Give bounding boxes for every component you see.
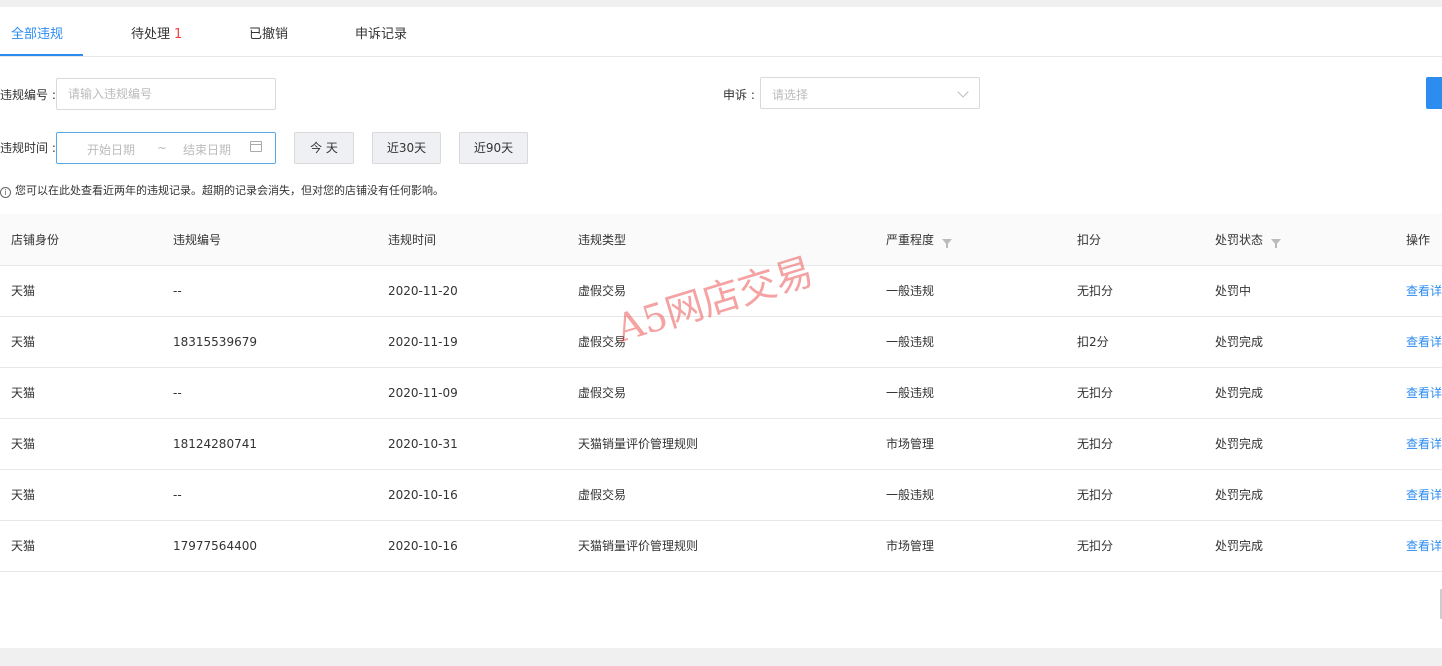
col-violation-no: 违规编号 (173, 233, 222, 247)
cell-violation-no: -- (173, 488, 182, 502)
filter-icon[interactable] (1271, 239, 1282, 248)
table-row: 天猫 17977564400 2020-10-16 天猫销量评价管理规则 市场管… (0, 521, 1442, 572)
info-circle-icon: i (0, 187, 11, 198)
cell-shop: 天猫 (11, 335, 36, 349)
chevron-down-icon (957, 86, 969, 98)
history-tip: i 您可以在此处查看近两年的违规记录。超期的记录会消失，但对您的店铺没有任何影响。 (0, 182, 444, 198)
table-row: 天猫 -- 2020-11-09 虚假交易 一般违规 无扣分 处罚完成 查看详 (0, 368, 1442, 419)
violation-no-label: 违规编号 : (0, 88, 56, 102)
tab-label: 已撤销 (249, 27, 289, 42)
col-violation-type: 违规类型 (578, 233, 627, 247)
cell-violation-no: 18315539679 (173, 335, 257, 349)
cell-shop: 天猫 (11, 437, 36, 451)
search-button[interactable] (1426, 77, 1442, 109)
cell-points: 扣2分 (1077, 335, 1109, 349)
cell-time: 2020-11-09 (388, 386, 458, 400)
cell-time: 2020-11-19 (388, 335, 458, 349)
tab-all-violations[interactable]: 全部违规 (11, 7, 63, 57)
cell-time: 2020-10-16 (388, 488, 458, 502)
last-30-days-button[interactable]: 近30天 (372, 132, 441, 164)
cell-time: 2020-11-20 (388, 284, 458, 298)
col-points: 扣分 (1077, 233, 1102, 247)
last-90-days-button[interactable]: 近90天 (459, 132, 528, 164)
cell-status: 处罚完成 (1215, 335, 1264, 349)
cell-shop: 天猫 (11, 539, 36, 553)
cell-severity: 一般违规 (886, 386, 935, 400)
appeal-select[interactable]: 请选择 (760, 77, 980, 109)
calendar-icon (250, 141, 262, 152)
col-severity: 严重程度 (886, 214, 953, 266)
violation-no-input[interactable] (56, 78, 276, 110)
today-button[interactable]: 今 天 (294, 132, 354, 164)
cell-points: 无扣分 (1077, 539, 1114, 553)
cell-violation-no: 18124280741 (173, 437, 257, 451)
cell-severity: 一般违规 (886, 335, 935, 349)
violation-time-label: 违规时间 : (0, 141, 56, 155)
cell-type: 虚假交易 (578, 335, 627, 349)
cell-violation-no: -- (173, 284, 182, 298)
cell-shop: 天猫 (11, 284, 36, 298)
cell-type: 虚假交易 (578, 284, 627, 298)
appeal-label: 申诉 : (723, 88, 755, 102)
view-details-link[interactable]: 查看详 (1406, 521, 1442, 572)
cell-points: 无扣分 (1077, 284, 1114, 298)
filter-icon[interactable] (942, 239, 953, 248)
range-separator: ~ (157, 141, 168, 155)
cell-severity: 一般违规 (886, 488, 935, 502)
cell-type: 虚假交易 (578, 488, 627, 502)
tab-label: 申诉记录 (355, 27, 408, 42)
appeal-select-placeholder: 请选择 (772, 88, 809, 102)
cell-points: 无扣分 (1077, 386, 1114, 400)
cell-points: 无扣分 (1077, 488, 1114, 502)
cell-severity: 市场管理 (886, 437, 935, 451)
cell-type: 虚假交易 (578, 386, 627, 400)
cell-time: 2020-10-16 (388, 539, 458, 553)
tip-text: 您可以在此处查看近两年的违规记录。超期的记录会消失，但对您的店铺没有任何影响。 (15, 184, 444, 197)
col-severity-label: 严重程度 (886, 233, 935, 247)
view-details-link[interactable]: 查看详 (1406, 419, 1442, 470)
cell-type: 天猫销量评价管理规则 (578, 437, 699, 451)
cell-violation-no: 17977564400 (173, 539, 257, 553)
col-penalty-status-label: 处罚状态 (1215, 233, 1264, 247)
table-header: 店铺身份 违规编号 违规时间 违规类型 严重程度 扣分 处罚状态 操作 (0, 214, 1442, 266)
table-row: 天猫 18315539679 2020-11-19 虚假交易 一般违规 扣2分 … (0, 317, 1442, 368)
cell-type: 天猫销量评价管理规则 (578, 539, 699, 553)
cell-status: 处罚完成 (1215, 539, 1264, 553)
cell-status: 处罚完成 (1215, 437, 1264, 451)
tab-label: 待处理 (131, 27, 171, 42)
col-shop-identity: 店铺身份 (11, 233, 60, 247)
active-tab-indicator (0, 54, 83, 56)
cell-status: 处罚完成 (1215, 488, 1264, 502)
cell-violation-no: -- (173, 386, 182, 400)
end-date-placeholder: 结束日期 (183, 143, 232, 157)
date-range-picker[interactable]: 开始日期 ~ 结束日期 (56, 132, 276, 164)
col-violation-time: 违规时间 (388, 233, 437, 247)
table-row: 天猫 -- 2020-11-20 虚假交易 一般违规 无扣分 处罚中 查看详 (0, 266, 1442, 317)
view-details-link[interactable]: 查看详 (1406, 317, 1442, 368)
cell-points: 无扣分 (1077, 437, 1114, 451)
tab-pending[interactable]: 待处理 1 (131, 7, 182, 57)
table-row: 天猫 -- 2020-10-16 虚假交易 一般违规 无扣分 处罚完成 查看详 (0, 470, 1442, 521)
tab-bar: 全部违规 待处理 1 已撤销 申诉记录 (0, 7, 1442, 57)
view-details-link[interactable]: 查看详 (1406, 470, 1442, 521)
cell-status: 处罚完成 (1215, 386, 1264, 400)
cell-status: 处罚中 (1215, 284, 1252, 298)
cell-shop: 天猫 (11, 488, 36, 502)
cell-shop: 天猫 (11, 386, 36, 400)
content-panel: 全部违规 待处理1 已撤销 申诉记录 违规编号 : 申诉 : 请选择 违规时间 … (0, 7, 1442, 648)
tab-revoked[interactable]: 已撤销 (249, 7, 288, 57)
col-penalty-status: 处罚状态 (1215, 214, 1282, 266)
view-details-link[interactable]: 查看详 (1406, 266, 1442, 317)
cell-severity: 一般违规 (886, 284, 935, 298)
cell-time: 2020-10-31 (388, 437, 458, 451)
table-row: 天猫 18124280741 2020-10-31 天猫销量评价管理规则 市场管… (0, 419, 1442, 470)
pending-count-badge: 1 (174, 27, 183, 42)
start-date-placeholder: 开始日期 (87, 143, 136, 157)
view-details-link[interactable]: 查看详 (1406, 368, 1442, 419)
col-actions: 操作 (1406, 233, 1431, 247)
cell-severity: 市场管理 (886, 539, 935, 553)
tab-label: 全部违规 (11, 27, 64, 42)
tab-appeal-records[interactable]: 申诉记录 (355, 7, 407, 57)
